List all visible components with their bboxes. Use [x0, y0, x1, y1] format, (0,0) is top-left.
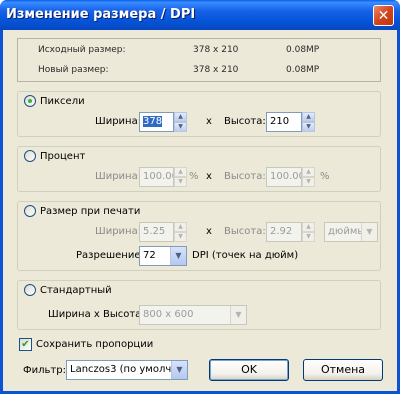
percent-height-input[interactable]: 100.00: [266, 167, 302, 187]
resolution-label: Разрешение:: [76, 250, 144, 261]
percent-radio[interactable]: [24, 150, 36, 162]
chevron-down-icon[interactable]: ▼: [170, 247, 186, 265]
pixels-option[interactable]: Пиксели: [24, 95, 85, 107]
standard-size-select[interactable]: 800 x 600 ▼: [139, 305, 247, 325]
new-size-mp: 0.08MP: [286, 65, 320, 75]
pixels-width-label: Ширина:: [95, 116, 142, 127]
spin-up-icon[interactable]: ▲: [302, 112, 315, 122]
print-height-label: Высота:: [224, 226, 266, 237]
percent-option-label: Процент: [40, 150, 86, 162]
print-width-stepper[interactable]: 5.25 ▲ ▼: [139, 222, 187, 242]
spin-up-icon[interactable]: ▲: [174, 167, 187, 177]
spin-up-icon[interactable]: ▲: [302, 167, 315, 177]
spin-down-icon[interactable]: ▼: [302, 122, 315, 132]
pixels-height-stepper[interactable]: 210 ▲ ▼: [266, 112, 315, 132]
cancel-button[interactable]: Отмена: [303, 359, 383, 381]
new-size-row: Новый размер: 378 x 210 0.08MP: [18, 65, 380, 79]
chevron-down-icon[interactable]: ▼: [171, 361, 187, 379]
spin-down-icon[interactable]: ▼: [174, 177, 187, 187]
print-size-option[interactable]: Размер при печати: [24, 205, 140, 217]
original-size-dims: 378 x 210: [193, 45, 239, 55]
standard-size-label: Ширина x Высота:: [48, 309, 145, 320]
original-size-label: Исходный размер:: [38, 45, 126, 55]
percent-height-stepper[interactable]: 100.00 ▲ ▼: [266, 167, 315, 187]
print-height-input[interactable]: 2.92: [266, 222, 302, 242]
spin-up-icon[interactable]: ▲: [174, 112, 187, 122]
pixels-option-label: Пиксели: [40, 95, 85, 107]
dpi-note: DPI (точек на дюйм): [192, 250, 299, 261]
resolution-select[interactable]: 72 ▼: [139, 246, 187, 266]
filter-label: Фильтр:: [23, 365, 66, 376]
spin-down-icon[interactable]: ▼: [174, 232, 187, 242]
new-size-dims: 378 x 210: [193, 65, 239, 75]
percent-width-stepper[interactable]: 100.00 ▲ ▼: [139, 167, 187, 187]
print-size-option-label: Размер при печати: [40, 205, 141, 217]
print-width-input[interactable]: 5.25: [139, 222, 174, 242]
chevron-down-icon[interactable]: ▼: [230, 306, 246, 324]
standard-group: Стандартный Ширина x Высота: 800 x 600 ▼: [17, 280, 381, 330]
ok-button[interactable]: OK: [209, 359, 289, 381]
percent-width-input[interactable]: 100.00: [139, 167, 174, 187]
pixels-height-input[interactable]: 210: [266, 112, 302, 132]
pixels-width-stepper[interactable]: 378 ▲ ▼: [139, 112, 187, 132]
percent-times-sign: x: [206, 171, 212, 182]
close-icon[interactable]: ✕: [373, 5, 394, 26]
window-title: Изменение размера / DPI: [6, 7, 196, 22]
print-height-stepper[interactable]: 2.92 ▲ ▼: [266, 222, 315, 242]
print-size-group: Размер при печати Ширина: 5.25 ▲ ▼ x Выс…: [17, 201, 381, 271]
standard-option-label: Стандартный: [40, 284, 112, 296]
standard-option[interactable]: Стандартный: [24, 284, 112, 296]
percent-height-label: Высота:: [224, 171, 266, 182]
percent-height-unit: %: [320, 171, 330, 182]
pixels-height-label: Высота:: [224, 116, 266, 127]
spin-down-icon[interactable]: ▼: [174, 122, 187, 132]
original-size-mp: 0.08MP: [286, 45, 320, 55]
dialog-body: Исходный размер: 378 x 210 0.08MP Новый …: [3, 30, 397, 391]
resize-dialog: Изменение размера / DPI ✕ Исходный разме…: [0, 0, 400, 394]
print-unit-select[interactable]: дюймы ▼: [324, 222, 378, 242]
title-bar[interactable]: Изменение размера / DPI ✕: [0, 0, 400, 30]
print-width-label: Ширина:: [95, 226, 142, 237]
percent-group: Процент Ширина: 100.00 ▲ ▼ % x Высота: 1…: [17, 146, 381, 192]
percent-width-label: Ширина:: [95, 171, 142, 182]
size-info-panel: Исходный размер: 378 x 210 0.08MP Новый …: [17, 38, 381, 82]
spin-up-icon[interactable]: ▲: [174, 222, 187, 232]
filter-select[interactable]: Lanczos3 (по умолча ▼: [66, 360, 188, 380]
spin-down-icon[interactable]: ▼: [302, 177, 315, 187]
chevron-down-icon[interactable]: ▼: [361, 223, 377, 241]
spin-down-icon[interactable]: ▼: [302, 232, 315, 242]
standard-radio[interactable]: [24, 284, 36, 296]
percent-width-unit: %: [189, 171, 199, 182]
spin-up-icon[interactable]: ▲: [302, 222, 315, 232]
original-size-row: Исходный размер: 378 x 210 0.08MP: [18, 45, 380, 59]
pixels-radio[interactable]: [24, 95, 36, 107]
pixels-group: Пиксели Ширина: 378 ▲ ▼ x Высота: 210 ▲ …: [17, 91, 381, 137]
keep-ratio-checkbox[interactable]: ✔: [19, 338, 32, 351]
percent-option[interactable]: Процент: [24, 150, 85, 162]
print-times-sign: x: [206, 226, 212, 237]
keep-ratio-label: Сохранить пропорции: [36, 339, 154, 350]
print-size-radio[interactable]: [24, 205, 36, 217]
pixels-times-sign: x: [206, 116, 212, 127]
new-size-label: Новый размер:: [38, 65, 109, 75]
pixels-width-input[interactable]: 378: [139, 112, 174, 132]
